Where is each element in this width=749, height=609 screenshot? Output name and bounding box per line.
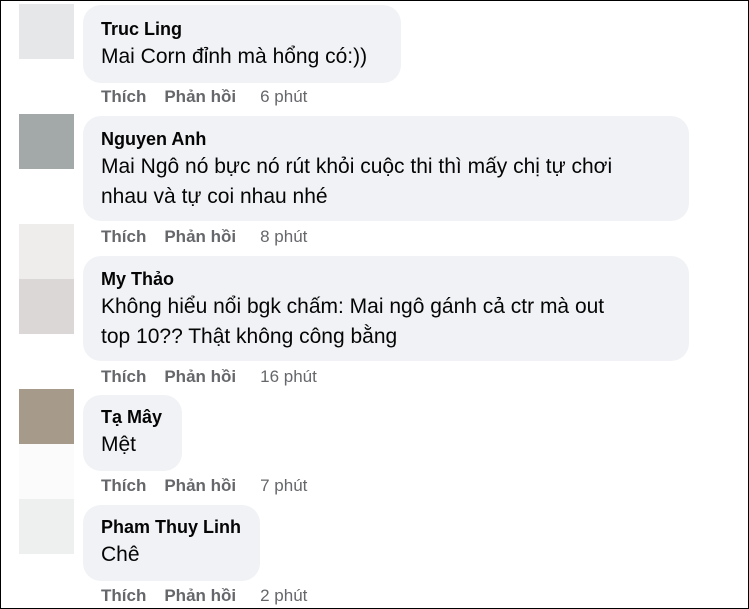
comment-timestamp[interactable]: 8 phút xyxy=(260,227,307,247)
comment-actions: Thích Phản hồi 8 phút xyxy=(101,226,307,248)
comment-timestamp[interactable]: 6 phút xyxy=(260,87,307,107)
avatar[interactable] xyxy=(19,279,74,334)
like-button[interactable]: Thích xyxy=(101,227,146,247)
comment-bubble: Nguyen Anh Mai Ngô nó bực nó rút khỏi cu… xyxy=(83,116,689,221)
comment-thread: Truc Ling Mai Corn đỉnh mà hổng có:)) Th… xyxy=(0,0,749,609)
reply-button[interactable]: Phản hồi xyxy=(164,87,236,107)
comment-bubble: My Thảo Không hiểu nổi bgk chấm: Mai ngô… xyxy=(83,256,689,361)
comment-bubble: Pham Thuy Linh Chê xyxy=(83,505,260,581)
commenter-name[interactable]: Nguyen Anh xyxy=(101,128,671,150)
reply-button[interactable]: Phản hồi xyxy=(164,367,236,387)
like-button[interactable]: Thích xyxy=(101,87,146,107)
comment-text: Mệt xyxy=(101,433,137,456)
commenter-name[interactable]: Pham Thuy Linh xyxy=(101,516,242,538)
like-button[interactable]: Thích xyxy=(101,476,146,496)
avatar[interactable] xyxy=(19,4,74,59)
commenter-name[interactable]: Tạ Mây xyxy=(101,406,164,428)
comment-bubble: Tạ Mây Mệt xyxy=(83,395,182,471)
avatar[interactable] xyxy=(19,389,74,444)
commenter-name[interactable]: Truc Ling xyxy=(101,18,383,40)
comment-text: Chê xyxy=(101,543,140,566)
avatar[interactable] xyxy=(19,444,74,499)
avatar[interactable] xyxy=(19,499,74,554)
comment-bubble: Truc Ling Mai Corn đỉnh mà hổng có:)) xyxy=(83,5,401,83)
like-button[interactable]: Thích xyxy=(101,586,146,606)
comment-text: Mai Ngô nó bực nó rút khỏi cuộc thi thì … xyxy=(101,155,613,178)
comment-timestamp[interactable]: 7 phút xyxy=(260,476,307,496)
comment-actions: Thích Phản hồi 6 phút xyxy=(101,86,307,108)
comment-actions: Thích Phản hồi 7 phút xyxy=(101,475,307,497)
reply-button[interactable]: Phản hồi xyxy=(164,227,236,247)
comment-text: top 10?? Thật không công bằng xyxy=(101,325,398,348)
comment-text: nhau và tự coi nhau nhé xyxy=(101,185,328,208)
comment-text: Không hiểu nổi bgk chấm: Mai ngô gánh cả… xyxy=(101,295,605,318)
avatar[interactable] xyxy=(19,224,74,279)
comment-timestamp[interactable]: 16 phút xyxy=(260,367,317,387)
comment-text: Mai Corn đỉnh mà hổng có:)) xyxy=(101,45,368,68)
comment-actions: Thích Phản hồi 2 phút xyxy=(101,585,307,607)
avatar[interactable] xyxy=(19,114,74,169)
commenter-name[interactable]: My Thảo xyxy=(101,268,671,290)
comment-timestamp[interactable]: 2 phút xyxy=(260,586,307,606)
like-button[interactable]: Thích xyxy=(101,367,146,387)
reply-button[interactable]: Phản hồi xyxy=(164,476,236,496)
comment-actions: Thích Phản hồi 16 phút xyxy=(101,366,317,388)
reply-button[interactable]: Phản hồi xyxy=(164,586,236,606)
